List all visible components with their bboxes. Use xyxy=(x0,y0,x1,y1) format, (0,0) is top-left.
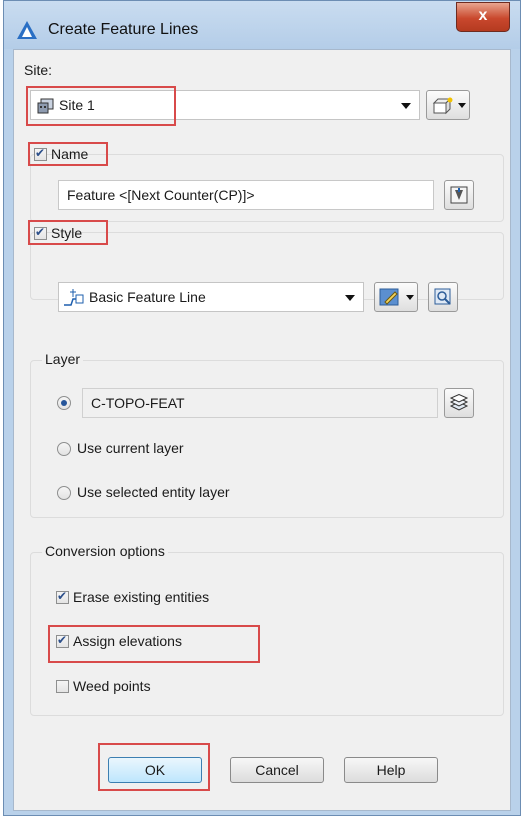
name-highlight xyxy=(28,142,108,166)
layer-stack-icon xyxy=(449,394,469,411)
edit-style-icon xyxy=(379,288,399,306)
create-site-icon xyxy=(432,97,453,115)
style-highlight xyxy=(28,220,108,245)
layer-value: C-TOPO-FEAT xyxy=(91,395,185,411)
help-button[interactable]: Help xyxy=(344,757,438,783)
preview-style-button[interactable] xyxy=(428,282,458,312)
create-site-button[interactable] xyxy=(426,90,470,120)
edit-style-button[interactable] xyxy=(374,282,418,312)
name-field[interactable]: Feature <[Next Counter(CP)]> xyxy=(58,180,434,210)
layer-radio-specified[interactable] xyxy=(57,396,71,410)
chevron-down-icon xyxy=(406,295,414,300)
name-value: Feature <[Next Counter(CP)]> xyxy=(67,187,255,203)
cancel-button[interactable]: Cancel xyxy=(230,757,324,783)
chevron-down-icon xyxy=(345,295,355,301)
dialog-window: Create Feature Lines x Site: Site 1 ✔ Na… xyxy=(3,0,521,816)
site-label: Site: xyxy=(24,62,53,78)
layer-option-current[interactable]: Use current layer xyxy=(77,440,184,456)
style-dropdown[interactable]: Basic Feature Line xyxy=(58,282,364,312)
title-bar[interactable]: Create Feature Lines x xyxy=(4,1,520,49)
layer-button[interactable] xyxy=(444,388,474,418)
close-icon: x xyxy=(478,7,488,24)
style-value: Basic Feature Line xyxy=(89,289,206,305)
dialog-body: Site: Site 1 Name Feature <[ xyxy=(13,49,511,811)
erase-label: Erase existing entities xyxy=(73,589,210,605)
assign-elevations-highlight xyxy=(48,625,260,663)
conversion-group-label: Conversion options xyxy=(42,543,168,559)
weed-points-label: Weed points xyxy=(73,678,151,694)
preview-style-icon xyxy=(434,288,451,305)
ok-highlight xyxy=(98,743,210,791)
edit-name-template-icon xyxy=(450,186,468,204)
chevron-down-icon xyxy=(458,103,466,108)
erase-checkbox[interactable] xyxy=(56,589,69,604)
weed-points-checkbox[interactable] xyxy=(56,680,69,693)
autodesk-civil3d-icon xyxy=(17,21,37,39)
feature-line-style-icon xyxy=(64,289,84,306)
chevron-down-icon xyxy=(401,103,411,109)
close-button[interactable]: x xyxy=(456,2,510,32)
site-highlight xyxy=(26,86,176,126)
layer-field: C-TOPO-FEAT xyxy=(82,388,438,418)
layer-radio-selected-entity[interactable] xyxy=(57,486,71,500)
window-title: Create Feature Lines xyxy=(48,21,199,38)
edit-name-template-button[interactable] xyxy=(444,180,474,210)
layer-group-label: Layer xyxy=(42,351,84,367)
layer-radio-current[interactable] xyxy=(57,442,71,456)
layer-option-selected-entity[interactable]: Use selected entity layer xyxy=(77,484,230,500)
